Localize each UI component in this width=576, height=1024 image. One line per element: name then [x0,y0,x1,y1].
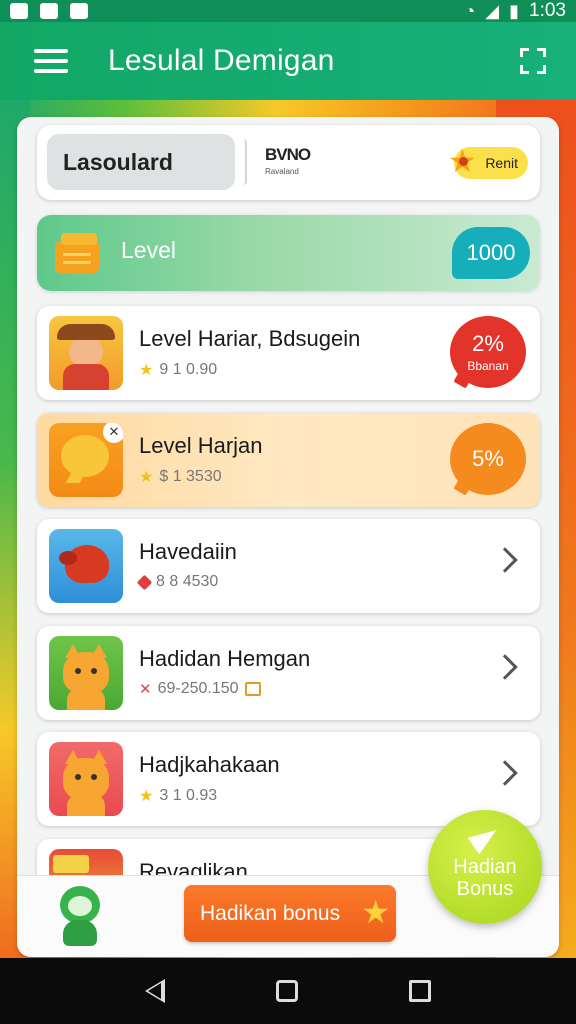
chevron-right-icon[interactable] [492,547,518,573]
level-count-badge: 1000 [452,227,530,279]
recent-apps-icon[interactable] [408,980,431,1002]
logo-subtext: Ravaland [265,167,299,176]
item-title: Hadidan Hemgan [139,646,311,671]
item-subtitle: ★ $ 1 3530 [139,467,222,487]
paper-plane-icon [467,821,503,855]
pin-icon: ✕ [103,423,123,443]
bonus-button[interactable]: Hadikan bonus ★ [184,885,396,942]
status-bar: ◔ ◢ ▮ 1:03 [0,0,576,22]
cat-icon [49,742,123,816]
level-label: Level [121,237,176,263]
list-item[interactable]: Level Hariar, Bdsugein ★ 9 1 0.90 2% Bba… [37,306,540,400]
item-sub-value: $ 1 3530 [159,468,222,485]
percent-value: 5% [472,446,504,471]
bonus-fab[interactable]: Hadian Bonus [428,810,542,924]
percent-badge: 2% Bbanan [450,316,526,388]
list-item[interactable]: Hadidan Hemgan ✕ 69-250.150 [37,626,540,720]
calendar-icon [244,682,261,696]
back-icon[interactable] [145,979,166,1003]
cat-icon [49,636,123,710]
list-item[interactable]: Hadjkahakaan ★ 3 1 0.93 [37,732,540,826]
fab-label-line1: Hadian [453,856,517,878]
item-title: Havedaiin [139,539,237,564]
mascot-icon[interactable] [55,886,105,946]
star-icon: ★ [139,362,154,379]
home-icon[interactable] [275,980,298,1002]
star-icon: ★ [139,469,154,486]
treasure-chest-icon [53,231,101,275]
item-sub-value: 9 1 0.90 [159,361,218,378]
star-icon: ★ [139,788,154,805]
system-nav-bar [0,958,576,1024]
brand-logo: BVNO Ravaland [265,145,311,176]
item-title: Level Harjan [139,433,263,458]
list-item[interactable]: Havedaiin 8 8 4530 [37,519,540,613]
wifi-icon: ◔ [464,0,476,21]
status-time: 1:03 [529,0,566,21]
star-icon: ★ [448,145,480,179]
item-subtitle: ★ 3 1 0.93 [139,786,217,806]
signal-icon: ◢ [485,0,500,21]
rent-badge[interactable]: ★ Renit [448,145,528,179]
list-item[interactable]: ✕ Level Harjan ★ $ 1 3530 5% [37,413,540,507]
hamburger-menu-icon[interactable] [34,49,68,73]
item-subtitle: 8 8 4530 [136,573,219,591]
item-title: Hadjkahakaan [139,752,280,777]
level-bar[interactable]: Level 1000 [37,215,540,291]
percent-badge: 5% [450,423,526,495]
divider [243,139,247,185]
logo-text: BVNO [265,145,311,164]
fab-label-line2: Bonus [456,878,514,900]
item-sub-value: 8 8 4530 [156,573,219,590]
item-sub-value: 69-250.150 [157,680,239,697]
chat-bubble-icon: ✕ [49,423,123,497]
item-sub-value: 3 1 0.93 [159,787,218,804]
app-bar: Lesulal Demigan [0,22,576,100]
chevron-right-icon[interactable] [492,654,518,680]
gallery-icon [10,3,28,19]
item-subtitle: ✕ 69-250.150 [139,680,261,698]
character-avatar-icon [49,316,123,390]
cross-icon: ✕ [139,681,152,698]
image-icon [40,3,58,19]
top-card: Lasoulard BVNO Ravaland ★ Renit [37,125,540,200]
creature-icon [49,529,123,603]
notification-icon [70,3,88,19]
battery-icon: ▮ [509,0,520,21]
bonus-button-label: Hadikan bonus [200,901,341,925]
scan-frame-icon[interactable] [520,48,546,74]
rent-badge-label: Renit [485,155,518,171]
percent-value: 2% [472,331,504,356]
star-icon: ★ [361,894,390,930]
item-title: Level Hariar, Bdsugein [139,326,361,351]
chevron-right-icon[interactable] [492,760,518,786]
app-title: Lesulal Demigan [108,44,335,77]
search-field[interactable]: Lasoulard [47,134,235,190]
diamond-icon [136,574,153,590]
item-subtitle: ★ 9 1 0.90 [139,360,217,380]
percent-label: Bbanan [467,359,509,373]
